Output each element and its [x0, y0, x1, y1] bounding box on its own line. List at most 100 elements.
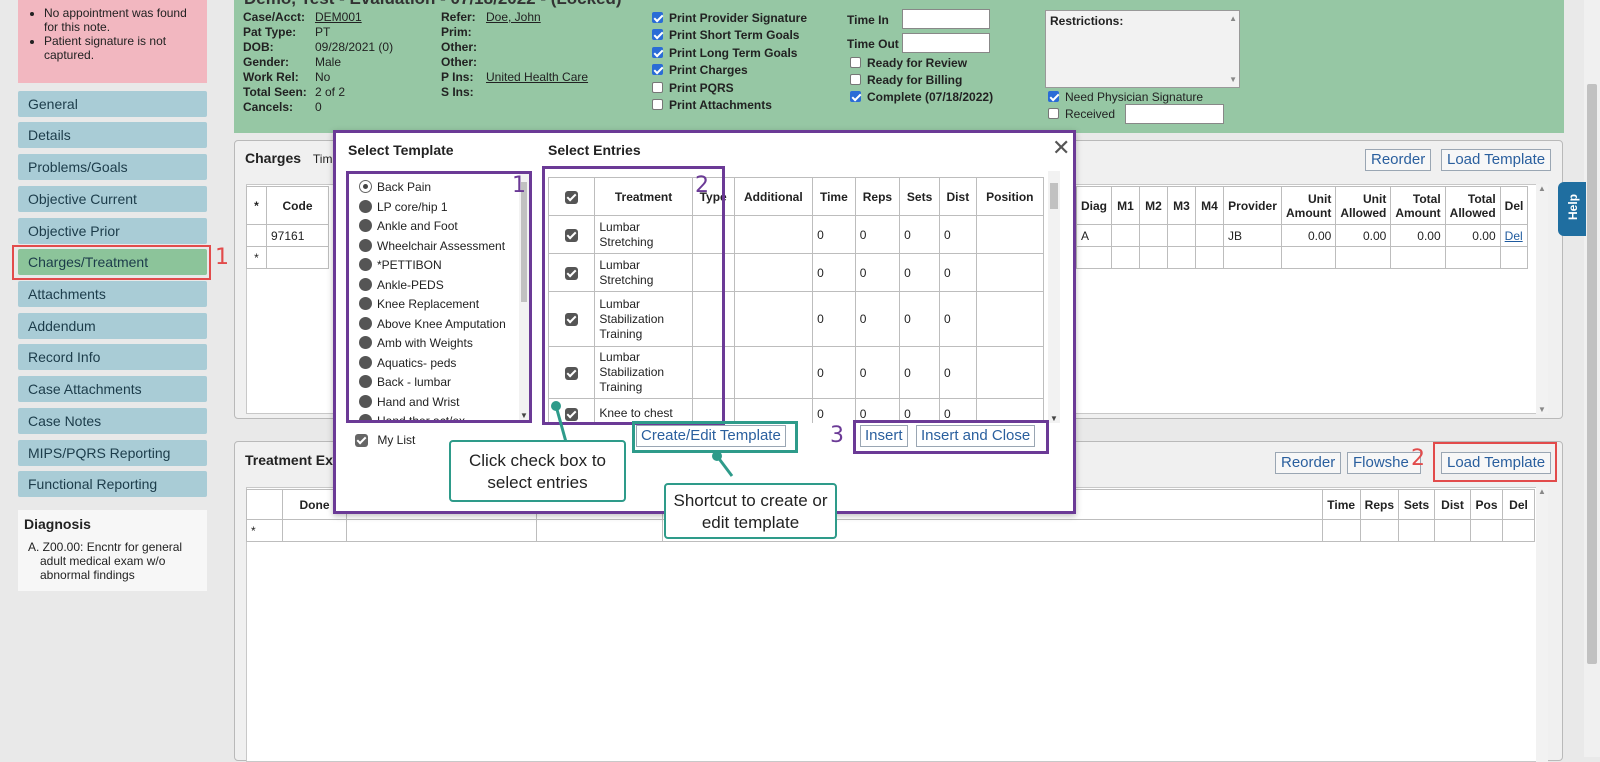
print-option-checkbox[interactable]: Print Short Term Goals: [652, 28, 799, 42]
checkbox-unchecked-icon[interactable]: [850, 57, 861, 68]
radio-icon[interactable]: [359, 238, 372, 252]
radio-icon[interactable]: [359, 414, 372, 420]
radio-selected-icon[interactable]: [359, 180, 372, 193]
table-row-new[interactable]: *: [246, 246, 329, 269]
template-option[interactable]: Amb with Weights: [359, 336, 473, 350]
template-option[interactable]: Wheelchair Assessment: [359, 238, 505, 253]
sidebar-item-functional-reporting[interactable]: Functional Reporting: [18, 471, 207, 497]
checkbox-unchecked-icon[interactable]: [1048, 108, 1059, 119]
insert-and-close-button[interactable]: Insert and Close: [916, 425, 1036, 447]
sidebar-item-case-attachments[interactable]: Case Attachments: [18, 376, 207, 402]
template-option[interactable]: Ankle-PEDS: [359, 277, 444, 292]
scroll-thumb[interactable]: [1050, 183, 1058, 209]
scroll-down-icon[interactable]: ▼: [1229, 75, 1237, 84]
treatment-scrollbar[interactable]: ▲: [1536, 487, 1548, 762]
radio-icon[interactable]: [359, 375, 372, 388]
field-link[interactable]: Doe, John: [486, 10, 541, 24]
print-option-checkbox[interactable]: Print Provider Signature: [652, 11, 807, 25]
page-scroll-thumb[interactable]: [1587, 84, 1597, 664]
checkbox-unchecked-icon[interactable]: [850, 74, 861, 85]
sidebar-item-problems-goals[interactable]: Problems/Goals: [18, 154, 207, 180]
checkbox-unchecked-icon[interactable]: [652, 99, 663, 110]
radio-icon[interactable]: [359, 336, 372, 349]
charges-load-template-button[interactable]: Load Template: [1441, 149, 1552, 171]
scroll-up-icon[interactable]: ▲: [1538, 184, 1546, 193]
template-option[interactable]: Above Knee Amputation: [359, 316, 506, 331]
time-out-input[interactable]: [902, 33, 990, 53]
print-option-checkbox[interactable]: Print PQRS: [652, 81, 734, 95]
status-option-checkbox[interactable]: Ready for Billing: [850, 73, 962, 87]
treatment-reorder-button[interactable]: Reorder: [1275, 452, 1342, 474]
flowsheet-button[interactable]: Flowshe: [1347, 452, 1421, 474]
received-checkbox[interactable]: Received: [1048, 107, 1115, 121]
template-option[interactable]: Back Pain: [359, 180, 431, 194]
template-option[interactable]: LP core/hip 1: [359, 199, 448, 214]
entries-scrollbar[interactable]: ▼: [1048, 171, 1060, 423]
print-option-checkbox[interactable]: Print Long Term Goals: [652, 46, 797, 60]
table-row-new[interactable]: *: [246, 519, 1535, 542]
scroll-down-icon[interactable]: ▼: [1050, 414, 1058, 423]
checkbox-checked-icon[interactable]: [1048, 91, 1059, 102]
close-icon[interactable]: ✕: [1052, 135, 1070, 161]
sidebar-item-addendum[interactable]: Addendum: [18, 313, 207, 339]
received-date-input[interactable]: [1125, 104, 1224, 124]
field-link[interactable]: United Health Care: [486, 70, 588, 84]
need-physician-signature-checkbox[interactable]: Need Physician Signature: [1048, 90, 1203, 104]
scroll-down-icon[interactable]: ▼: [520, 411, 528, 420]
checkbox-unchecked-icon[interactable]: [652, 81, 663, 93]
checkbox-checked-icon[interactable]: [652, 46, 663, 58]
charges-reorder-button[interactable]: Reorder: [1365, 149, 1432, 171]
scroll-up-icon[interactable]: ▲: [1229, 14, 1237, 23]
template-option[interactable]: *PETTIBON: [359, 258, 442, 272]
checkbox-checked-icon[interactable]: [850, 91, 861, 102]
radio-icon[interactable]: [359, 219, 372, 232]
radio-icon[interactable]: [359, 355, 372, 369]
checkbox-icon[interactable]: [355, 434, 368, 448]
field-link[interactable]: DEM001: [315, 10, 362, 24]
radio-icon[interactable]: [359, 316, 372, 330]
template-option[interactable]: Aquatics- peds: [359, 355, 456, 370]
sidebar-item-details[interactable]: Details: [18, 122, 207, 148]
scroll-down-icon[interactable]: ▼: [1538, 405, 1546, 414]
template-option[interactable]: Hand ther act/ex: [359, 414, 465, 420]
time-in-input[interactable]: [902, 9, 990, 29]
sidebar-item-objective-prior[interactable]: Objective Prior: [18, 218, 207, 244]
radio-icon[interactable]: [359, 277, 372, 291]
my-list-checkbox[interactable]: My List: [355, 433, 415, 448]
scroll-up-icon[interactable]: ▲: [1538, 487, 1546, 496]
sidebar-item-objective-current[interactable]: Objective Current: [18, 186, 207, 212]
template-option[interactable]: Ankle and Foot: [359, 219, 458, 233]
template-option[interactable]: Back - lumbar: [359, 375, 451, 389]
entries-col-header: Dist: [939, 177, 977, 216]
table-row[interactable]: A JB 0.00 0.00 0.00 0.00 Del: [1075, 224, 1529, 247]
template-list-scrollbar[interactable]: ▼: [519, 174, 529, 420]
sidebar-item-case-notes[interactable]: Case Notes: [18, 408, 207, 434]
status-option-checkbox[interactable]: Complete (07/18/2022): [850, 90, 993, 104]
checkbox-checked-icon[interactable]: [652, 64, 663, 76]
sidebar-item-mips-pqrs-reporting[interactable]: MIPS/PQRS Reporting: [18, 440, 207, 466]
sidebar-item-attachments[interactable]: Attachments: [18, 281, 207, 307]
page-scrollbar[interactable]: [1584, 0, 1600, 757]
print-option-checkbox[interactable]: Print Charges: [652, 63, 748, 77]
print-option-checkbox[interactable]: Print Attachments: [652, 98, 772, 112]
delete-link[interactable]: Del: [1499, 224, 1529, 247]
radio-icon[interactable]: [359, 199, 372, 213]
checkbox-checked-icon[interactable]: [652, 12, 663, 23]
help-tab[interactable]: Help: [1558, 182, 1586, 236]
alert-box: No appointment was found for this note.P…: [18, 0, 207, 83]
restrictions-textarea[interactable]: Restrictions: ▲ ▼: [1045, 10, 1240, 88]
radio-icon[interactable]: [359, 394, 372, 408]
template-option[interactable]: Hand and Wrist: [359, 394, 459, 409]
status-option-checkbox[interactable]: Ready for Review: [850, 56, 967, 70]
template-option[interactable]: Knee Replacement: [359, 297, 479, 311]
scroll-thumb[interactable]: [521, 182, 527, 302]
insert-button[interactable]: Insert: [860, 425, 908, 447]
sidebar-item-general[interactable]: General: [18, 91, 207, 117]
col-header: Unit Allowed: [1335, 186, 1392, 225]
table-row[interactable]: 97161: [246, 224, 329, 247]
sidebar-item-record-info[interactable]: Record Info: [18, 344, 207, 370]
charges-scrollbar[interactable]: ▲ ▼: [1536, 184, 1548, 414]
checkbox-checked-icon[interactable]: [652, 29, 663, 41]
radio-icon[interactable]: [359, 258, 372, 271]
radio-icon[interactable]: [359, 297, 372, 310]
